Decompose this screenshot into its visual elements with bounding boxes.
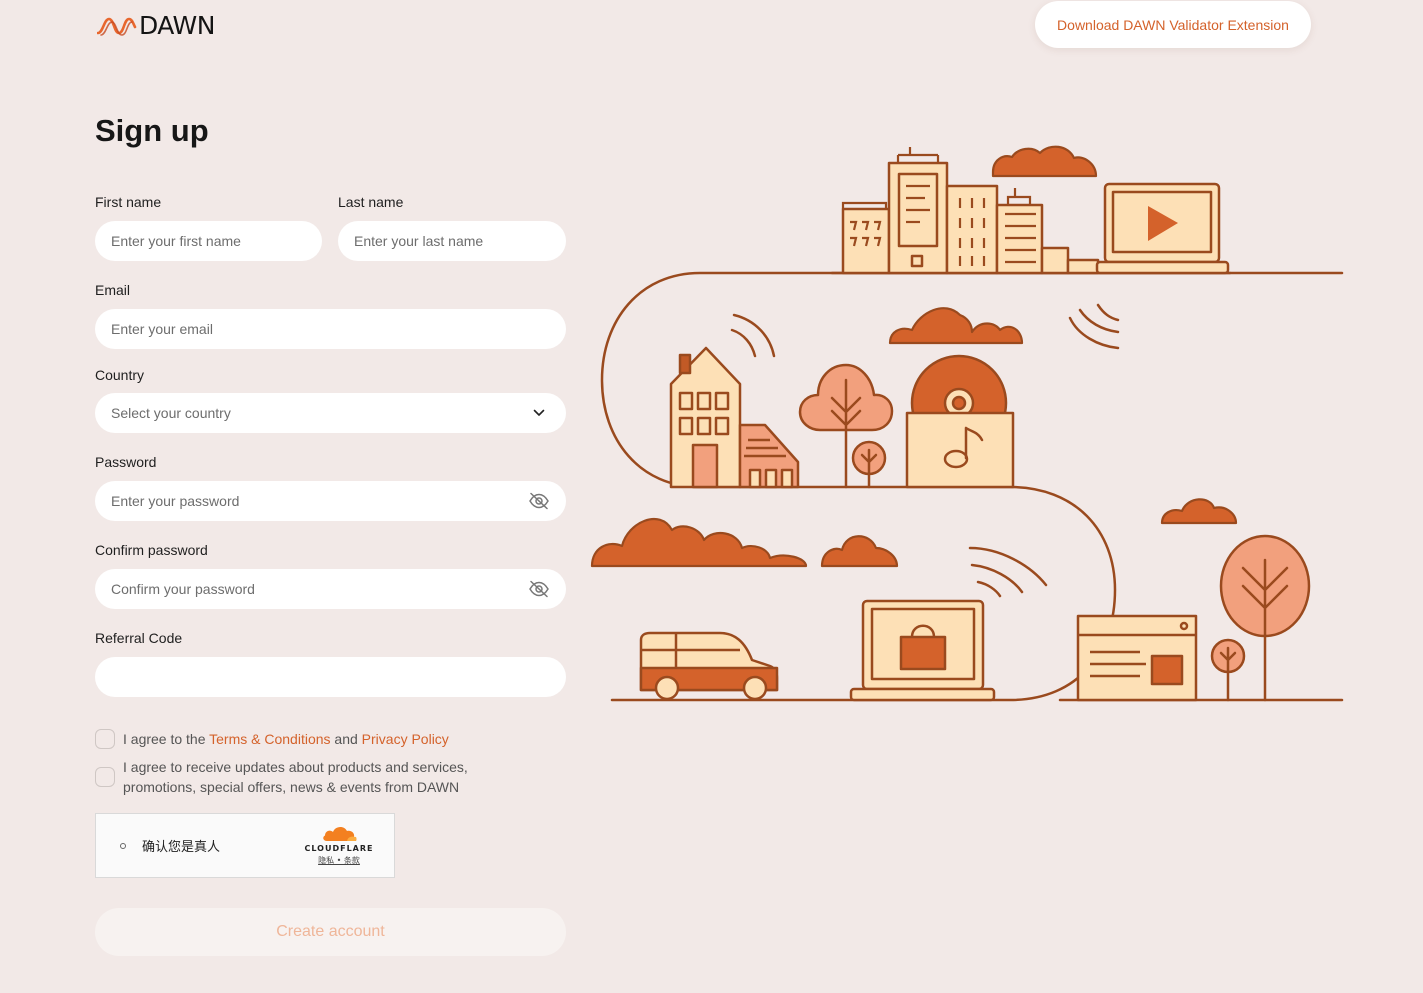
email-placeholder: Enter your email xyxy=(111,321,213,337)
privacy-link[interactable]: Privacy Policy xyxy=(362,731,449,747)
eye-off-icon[interactable] xyxy=(528,490,550,512)
terms-middle: and xyxy=(330,731,362,747)
terms-text: I agree to the Terms & Conditions and Pr… xyxy=(123,729,449,749)
cloudflare-cloud-icon xyxy=(323,826,357,841)
cloudflare-branding: CLOUDFLARE 隐私 • 条款 xyxy=(299,824,379,870)
brand-logo[interactable]: DAWN xyxy=(97,10,215,42)
updates-text: I agree to receive updates about product… xyxy=(123,757,468,797)
password-input[interactable]: Enter your password xyxy=(95,481,566,521)
chevron-down-icon xyxy=(528,402,550,424)
create-account-button[interactable]: Create account xyxy=(95,908,566,956)
confirm-password-label: Confirm password xyxy=(95,542,208,558)
password-placeholder: Enter your password xyxy=(111,493,240,509)
first-name-placeholder: Enter your first name xyxy=(111,233,241,249)
first-name-label: First name xyxy=(95,194,162,210)
password-label: Password xyxy=(95,454,157,470)
captcha-widget[interactable]: 确认您是真人 CLOUDFLARE 隐私 • 条款 xyxy=(95,813,395,878)
updates-line-1: I agree to receive updates about product… xyxy=(123,759,468,775)
updates-row: I agree to receive updates about product… xyxy=(95,757,468,797)
email-label: Email xyxy=(95,282,131,298)
last-name-label: Last name xyxy=(338,194,404,210)
terms-prefix: I agree to the xyxy=(123,731,210,747)
country-label: Country xyxy=(95,367,145,383)
updates-checkbox[interactable] xyxy=(95,767,115,787)
cloudflare-wordmark: CLOUDFLARE xyxy=(304,844,374,853)
confirm-password-input[interactable]: Confirm your password xyxy=(95,569,566,609)
eye-off-icon[interactable] xyxy=(528,578,550,600)
country-placeholder: Select your country xyxy=(111,405,231,421)
download-extension-button[interactable]: Download DAWN Validator Extension xyxy=(1035,1,1311,48)
captcha-spinner-icon xyxy=(120,842,126,849)
last-name-placeholder: Enter your last name xyxy=(354,233,484,249)
first-name-input[interactable]: Enter your first name xyxy=(95,221,322,261)
referral-input[interactable] xyxy=(95,657,566,697)
email-input[interactable]: Enter your email xyxy=(95,309,566,349)
last-name-input[interactable]: Enter your last name xyxy=(338,221,566,261)
city-illustration xyxy=(590,145,1344,702)
captcha-label: 确认您是真人 xyxy=(142,840,221,855)
referral-label: Referral Code xyxy=(95,630,183,646)
terms-row: I agree to the Terms & Conditions and Pr… xyxy=(95,729,449,749)
updates-line-2: promotions, special offers, news & event… xyxy=(123,779,460,795)
confirm-password-placeholder: Confirm your password xyxy=(111,581,255,597)
terms-checkbox[interactable] xyxy=(95,729,115,749)
dawn-logo-icon xyxy=(97,17,137,36)
page-title: Sign up xyxy=(95,113,209,148)
terms-link[interactable]: Terms & Conditions xyxy=(209,731,330,747)
country-select[interactable]: Select your country xyxy=(95,393,566,433)
captcha-links[interactable]: 隐私 • 条款 xyxy=(299,855,379,866)
brand-name: DAWN xyxy=(139,11,215,40)
